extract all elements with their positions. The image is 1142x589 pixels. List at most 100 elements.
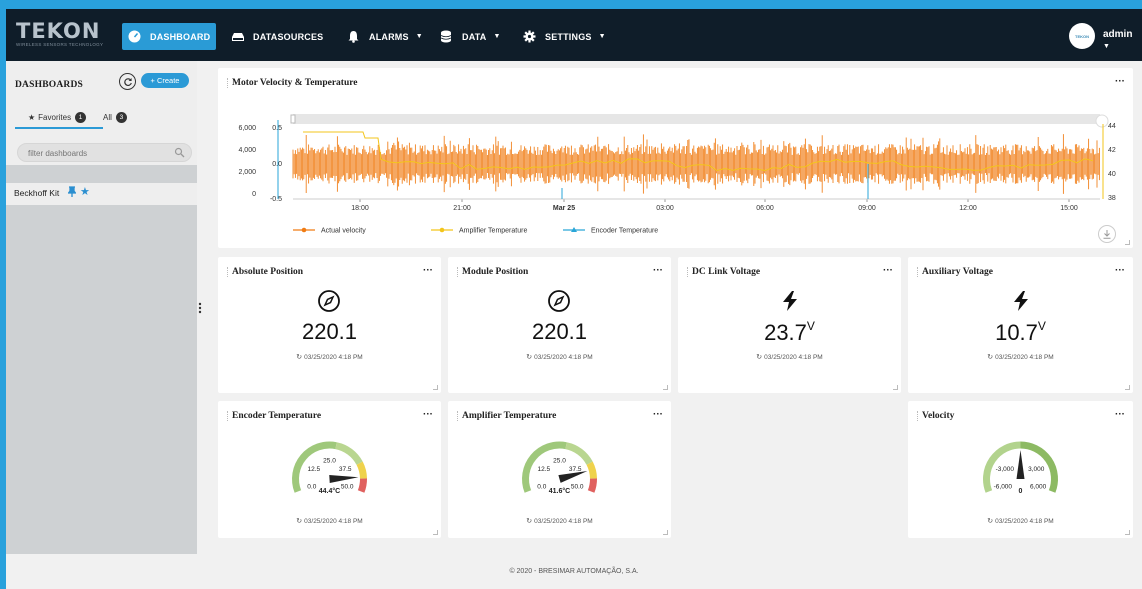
legend-label: Encoder Temperature <box>591 228 658 235</box>
gauge-scale-label: 37.5 <box>339 466 352 473</box>
x-axis-tick-label: 12:00 <box>959 205 977 212</box>
sidebar-item-label: Beckhoff Kit <box>14 188 60 198</box>
filter-dashboards-field <box>17 143 192 162</box>
tab-all[interactable]: All 3 <box>103 112 127 123</box>
widget-title: Amplifier Temperature <box>457 411 556 421</box>
favorites-count-badge: 1 <box>75 112 87 123</box>
bell-icon <box>347 30 360 43</box>
filter-dashboards-input[interactable] <box>28 147 168 159</box>
gear-icon <box>523 30 536 43</box>
x-axis-tick-label: 06:00 <box>756 205 774 212</box>
nav-data[interactable]: DATA ▼ <box>440 23 501 50</box>
widget-title: Absolute Position <box>227 267 303 277</box>
database-icon <box>440 30 453 43</box>
y-axis-tick-label: 0.5 <box>272 125 282 132</box>
widget-timestamp: ↻ 03/25/2020 4:18 PM <box>678 353 901 361</box>
nav-alarms-label: ALARMS <box>369 31 409 42</box>
hdd-icon <box>231 30 244 43</box>
y-axis-tick-label: 44 <box>1108 123 1116 130</box>
y-axis-tick-label: -0.5 <box>270 196 282 203</box>
gauge-scale-label: 6,000 <box>1030 483 1047 490</box>
y-axis-tick-label: 2,000 <box>238 169 256 176</box>
tab-favorites[interactable]: ★ Favorites 1 <box>28 112 87 123</box>
gauge-value: 44.4°C <box>319 487 340 495</box>
widget-menu-button[interactable]: ··· <box>653 409 663 420</box>
gauge-scale-label: 37.5 <box>569 466 582 473</box>
download-button[interactable] <box>1098 225 1116 243</box>
logo-text: TEKON <box>16 19 101 43</box>
refresh-button[interactable] <box>119 73 136 90</box>
star-icon: ★ <box>28 113 36 122</box>
nav-dashboard[interactable]: DASHBOARD <box>122 23 217 50</box>
compass-icon <box>548 290 570 312</box>
series-actual-velocity <box>292 134 1100 194</box>
widget-menu-button[interactable]: ··· <box>653 265 663 276</box>
module-position-widget: Module Position ··· 220.1 ↻ 03/25/2020 4:… <box>448 257 671 393</box>
gauge-arc-band <box>586 461 597 479</box>
y-axis-tick-label: 42 <box>1108 147 1116 154</box>
all-count-badge: 3 <box>115 112 127 123</box>
widget-menu-button[interactable]: ··· <box>423 409 433 420</box>
resize-handle[interactable] <box>663 530 668 535</box>
create-dashboard-button[interactable]: + Create <box>141 73 189 88</box>
value-unit: V <box>806 319 815 333</box>
resize-handle[interactable] <box>1125 385 1130 390</box>
resize-handle[interactable] <box>433 530 438 535</box>
resize-handle[interactable] <box>1125 240 1130 245</box>
pin-icon[interactable] <box>68 186 76 197</box>
refresh-icon: ↻ <box>296 354 303 361</box>
timestamp-text: 03/25/2020 4:18 PM <box>304 518 363 525</box>
gauge-value: 0 <box>1019 488 1023 495</box>
sidebar-item-beckhoff-kit[interactable]: Beckhoff Kit ★ <box>6 183 197 205</box>
user-menu[interactable]: admin ▼ <box>1103 29 1142 51</box>
x-axis-tick-label: 21:00 <box>453 205 471 212</box>
motor-chart-widget: Motor Velocity & Temperature ··· 6,000 4,… <box>218 68 1133 248</box>
widget-title: Auxiliary Voltage <box>917 267 993 277</box>
widget-menu-button[interactable]: ··· <box>1115 409 1125 420</box>
star-icon[interactable]: ★ <box>80 186 90 199</box>
legend-label: Actual velocity <box>321 228 366 235</box>
nav-data-label: DATA <box>462 31 487 42</box>
gauge-needle <box>329 475 359 483</box>
timestamp-text: 03/25/2020 4:18 PM <box>304 354 363 361</box>
gauge-scale-label: 0.0 <box>537 483 546 490</box>
resize-handle[interactable] <box>433 385 438 390</box>
gauge-arc-band <box>335 442 363 466</box>
footer-copyright: © 2020 - BRESIMAR AUTOMAÇÃO, S.A. <box>509 568 639 575</box>
widget-menu-button[interactable]: ··· <box>1115 265 1125 276</box>
gauge-needle <box>1016 450 1025 479</box>
velocity-widget: Velocity ··· -6,000 -3,000 3,000 6,000 0 ↻ 03… <box>908 401 1133 538</box>
timestamp-text: 03/25/2020 4:18 PM <box>995 518 1054 525</box>
value-number: 10.7 <box>995 320 1038 345</box>
chevron-down-icon: ▼ <box>415 33 423 40</box>
widget-menu-button[interactable]: ··· <box>883 265 893 276</box>
y-axis-tick-label: 40 <box>1108 171 1116 178</box>
tekon-logo[interactable]: TEKON WIRELESS SENSORS TECHNOLOGY <box>16 21 116 51</box>
widget-menu-button[interactable]: ··· <box>423 265 433 276</box>
nav-datasources-label: DATASOURCES <box>253 31 324 42</box>
widget-value: 23.7V <box>678 319 901 346</box>
x-axis-tick-label: 15:00 <box>1060 205 1078 212</box>
resize-handle[interactable] <box>893 385 898 390</box>
gauge-scale-label: 12.5 <box>537 466 550 473</box>
chart-navigator <box>293 114 1100 124</box>
gauge-arc-band <box>356 461 367 479</box>
app-frame: TEKON WIRELESS SENSORS TECHNOLOGY DASHBO… <box>6 9 1142 589</box>
velocity-gauge: -6,000 -3,000 3,000 6,000 0 <box>983 441 1058 495</box>
legend-label: Amplifier Temperature <box>459 228 527 235</box>
nav-alarms[interactable]: ALARMS ▼ <box>347 23 423 50</box>
amplifier-temperature-widget: Amplifier Temperature ··· 0.0 12.5 25.0 37.… <box>448 401 671 538</box>
encoder-temperature-gauge: 0.0 12.525.037.5 50.044.4°C <box>292 441 367 495</box>
nav-settings[interactable]: SETTINGS ▼ <box>523 23 606 50</box>
value-unit: V <box>1037 319 1046 333</box>
avatar[interactable]: TEKON <box>1069 23 1095 49</box>
resize-handle[interactable] <box>663 385 668 390</box>
motor-chart[interactable]: 6,000 4,000 2,000 0 0.5 0.0 -0.5 44 42 40 38 18:00 2… <box>218 68 1133 248</box>
resize-handle[interactable] <box>1125 530 1130 535</box>
sidebar-collapse-handle[interactable] <box>198 301 202 314</box>
download-icon <box>1103 229 1111 239</box>
refresh-icon: ↻ <box>296 518 303 525</box>
nav-datasources[interactable]: DATASOURCES <box>231 23 323 50</box>
tab-favorites-label: Favorites <box>38 113 72 122</box>
navigator-handle-right <box>1095 114 1109 128</box>
